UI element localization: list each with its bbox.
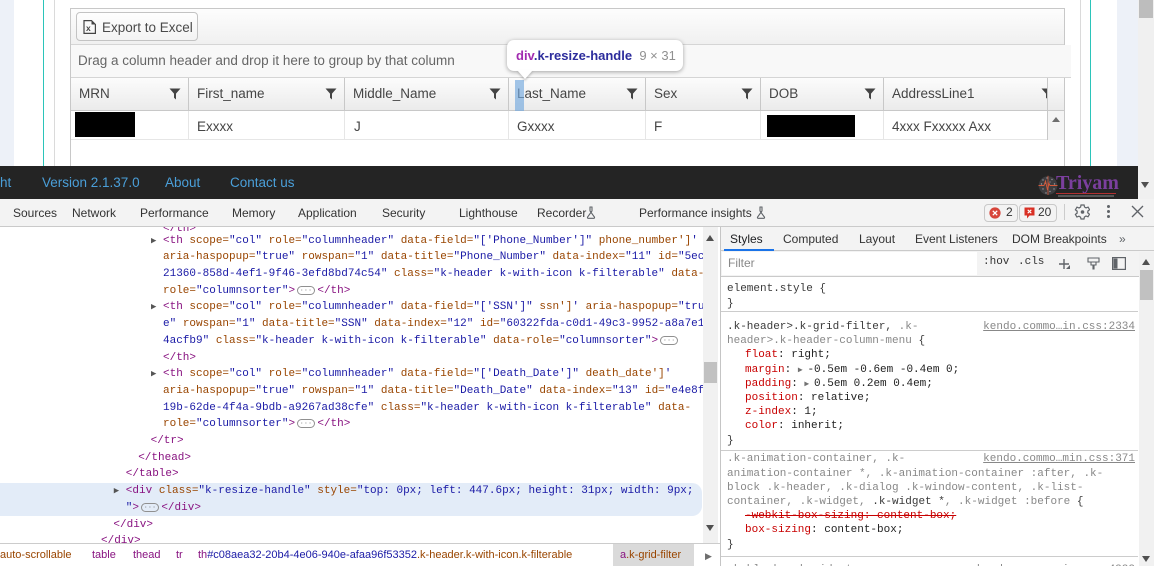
- svg-text:x: x: [86, 23, 91, 33]
